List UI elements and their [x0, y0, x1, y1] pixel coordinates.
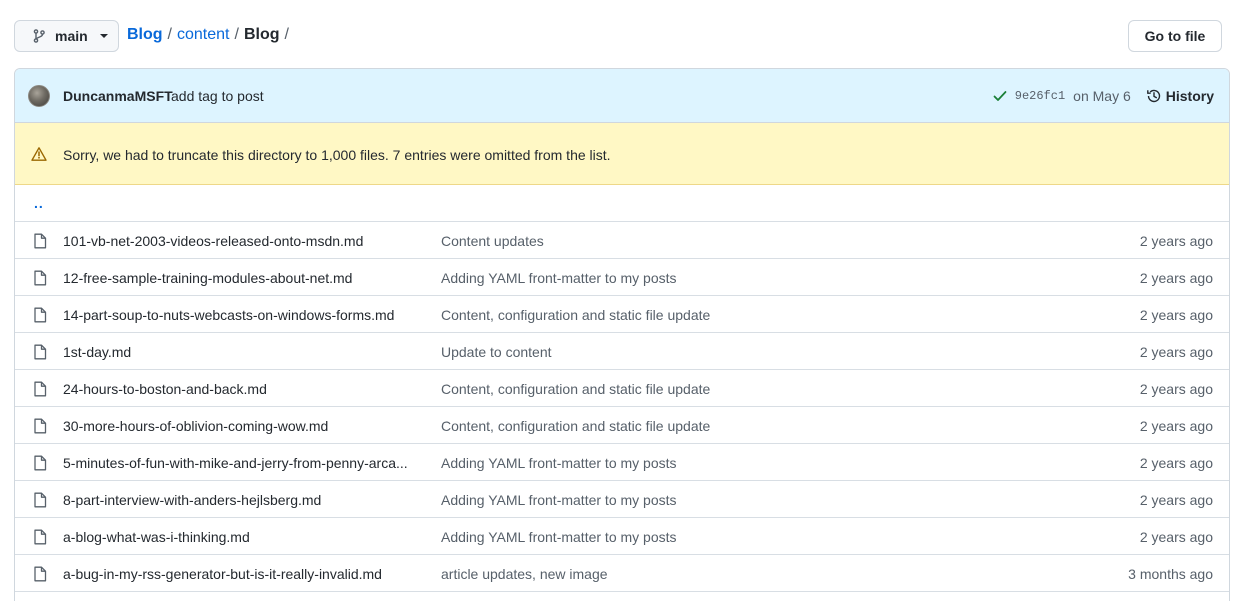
- table-row: 30-more-hours-of-oblivion-coming-wow.md C…: [15, 407, 1229, 444]
- file-icon: [34, 270, 47, 286]
- file-icon: [34, 455, 47, 471]
- file-commit-message-link[interactable]: Adding YAML front-matter to my posts: [441, 455, 677, 471]
- table-row: a-blog-what-was-i-thinking.md Adding YAML…: [15, 518, 1229, 555]
- file-age: 3 months ago: [1128, 566, 1213, 582]
- file-commit-message-link[interactable]: Update to content: [441, 344, 552, 360]
- history-label: History: [1165, 88, 1214, 104]
- table-row: 8-part-interview-with-anders-hejlsberg.m…: [15, 481, 1229, 518]
- avatar[interactable]: [28, 85, 50, 107]
- file-commit-message-link[interactable]: Content, configuration and static file u…: [441, 381, 710, 397]
- commit-sha-link[interactable]: 9e26fc1: [1015, 89, 1065, 103]
- file-name-link[interactable]: 1st-day.md: [63, 344, 131, 360]
- warning-text: Sorry, we had to truncate this directory…: [63, 147, 611, 163]
- file-age: 2 years ago: [1139, 492, 1213, 508]
- file-icon: [34, 566, 47, 582]
- go-to-file-button[interactable]: Go to file: [1128, 20, 1222, 52]
- parent-directory-link[interactable]: ..: [34, 195, 44, 211]
- top-bar: main Blog / content / Blog / Go to file: [14, 20, 1222, 52]
- file-commit-message-link[interactable]: Adding YAML front-matter to my posts: [441, 270, 677, 286]
- table-row: 14-part-soup-to-nuts-webcasts-on-windows…: [15, 296, 1229, 333]
- breadcrumb-separator: /: [234, 26, 239, 43]
- branch-selector-button[interactable]: main: [14, 20, 119, 52]
- file-name-link[interactable]: 5-minutes-of-fun-with-mike-and-jerry-fro…: [63, 455, 408, 471]
- file-icon: [34, 344, 47, 360]
- table-row: 101-vb-net-2003-videos-released-onto-msd…: [15, 222, 1229, 259]
- breadcrumb-separator: /: [284, 26, 289, 43]
- alert-icon: [31, 147, 47, 161]
- breadcrumb-current: Blog: [243, 26, 280, 43]
- file-name-link[interactable]: a-blog-what-was-i-thinking.md: [63, 529, 250, 545]
- file-name-link[interactable]: 101-vb-net-2003-videos-released-onto-msd…: [63, 233, 363, 249]
- latest-commit-bar: DuncanmaMSFT add tag to post 9e26fc1 on …: [15, 69, 1229, 123]
- file-age: 2 years ago: [1139, 307, 1213, 323]
- file-commit-message-link[interactable]: article updates, new image: [441, 566, 608, 582]
- truncation-warning: Sorry, we had to truncate this directory…: [15, 123, 1229, 185]
- table-row: 5-minutes-of-fun-with-mike-and-jerry-fro…: [15, 444, 1229, 481]
- file-name-link[interactable]: a-bug-in-my-rss-generator-but-is-it-real…: [63, 566, 382, 582]
- breadcrumb: Blog / content / Blog /: [127, 26, 294, 44]
- file-age: 2 years ago: [1139, 344, 1213, 360]
- file-name-link[interactable]: 14-part-soup-to-nuts-webcasts-on-windows…: [63, 307, 394, 323]
- breadcrumb-folder-link[interactable]: content: [177, 26, 229, 44]
- commit-author-link[interactable]: DuncanmaMSFT: [63, 88, 173, 104]
- file-age: 2 years ago: [1139, 529, 1213, 545]
- branch-name: main: [55, 28, 88, 44]
- file-commit-message-link[interactable]: Content, configuration and static file u…: [441, 307, 710, 323]
- file-name-link[interactable]: 30-more-hours-of-oblivion-coming-wow.md: [63, 418, 328, 434]
- file-icon: [34, 307, 47, 323]
- file-browser: DuncanmaMSFT add tag to post 9e26fc1 on …: [14, 68, 1230, 601]
- file-list: 101-vb-net-2003-videos-released-onto-msd…: [15, 222, 1229, 592]
- commit-date: on May 6: [1073, 88, 1131, 104]
- table-row: 24-hours-to-boston-and-back.md Content, c…: [15, 370, 1229, 407]
- history-link[interactable]: History: [1146, 88, 1214, 104]
- file-age: 2 years ago: [1139, 418, 1213, 434]
- commit-meta: 9e26fc1 on May 6 History: [992, 69, 1229, 123]
- file-commit-message-link[interactable]: Adding YAML front-matter to my posts: [441, 529, 677, 545]
- table-row: 1st-day.md Update to content 2 years ago: [15, 333, 1229, 370]
- breadcrumb-repo-link[interactable]: Blog: [127, 26, 163, 44]
- file-commit-message-link[interactable]: Content, configuration and static file u…: [441, 418, 710, 434]
- breadcrumb-separator: /: [167, 26, 172, 43]
- file-icon: [34, 418, 47, 434]
- commit-message-link[interactable]: add tag to post: [171, 88, 264, 104]
- file-icon: [34, 492, 47, 508]
- file-name-link[interactable]: 12-free-sample-training-modules-about-ne…: [63, 270, 352, 286]
- chevron-down-icon: [99, 34, 108, 38]
- file-age: 2 years ago: [1139, 381, 1213, 397]
- file-age: 2 years ago: [1139, 270, 1213, 286]
- history-icon: [1146, 89, 1160, 103]
- file-name-link[interactable]: 8-part-interview-with-anders-hejlsberg.m…: [63, 492, 321, 508]
- file-age: 2 years ago: [1139, 233, 1213, 249]
- table-row: 12-free-sample-training-modules-about-ne…: [15, 259, 1229, 296]
- table-row: a-bug-in-my-rss-generator-but-is-it-real…: [15, 555, 1229, 592]
- file-icon: [34, 233, 47, 249]
- file-icon: [34, 529, 47, 545]
- parent-directory-row[interactable]: ..: [15, 185, 1229, 222]
- file-age: 2 years ago: [1139, 455, 1213, 471]
- git-branch-icon: [33, 29, 45, 43]
- check-icon: [993, 91, 1007, 101]
- file-name-link[interactable]: 24-hours-to-boston-and-back.md: [63, 381, 267, 397]
- file-icon: [34, 381, 47, 397]
- file-commit-message-link[interactable]: Adding YAML front-matter to my posts: [441, 492, 677, 508]
- file-commit-message-link[interactable]: Content updates: [441, 233, 544, 249]
